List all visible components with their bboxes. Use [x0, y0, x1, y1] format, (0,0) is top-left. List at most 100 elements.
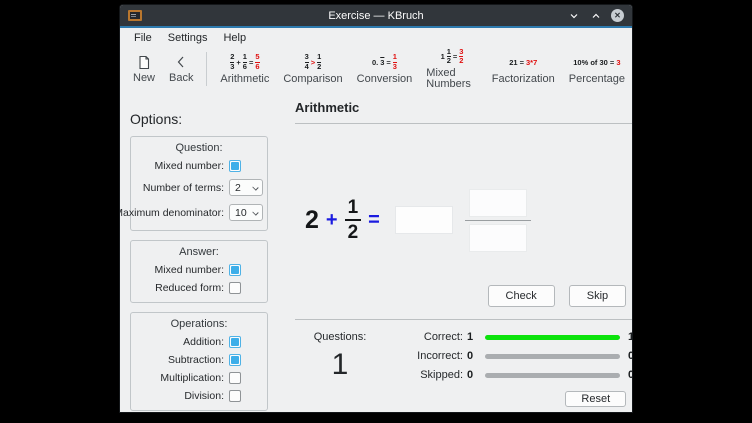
- stat-rows: Correct:1100%Incorrect:00%Skipped:00%: [385, 327, 632, 382]
- stat-progress-track: [485, 373, 620, 378]
- option-label: Subtraction:: [168, 354, 224, 366]
- kbruch-window: Exercise — KBruch ✕ File Settings Help: [120, 5, 632, 412]
- exercise-mode-buttons: 23+16=56Arithmetic34>12Comparison 0.3=13 C…: [213, 46, 632, 92]
- addition-checkbox[interactable]: [229, 336, 241, 348]
- reduced-form-checkbox[interactable]: [229, 282, 241, 294]
- option-row-mixed-number: Mixed number:: [135, 261, 263, 279]
- stat-value: 1: [467, 331, 481, 343]
- answer-buttons-row: Check Skip: [295, 285, 632, 307]
- stat-value: 0: [467, 350, 481, 362]
- answer-numerator-input[interactable]: [469, 189, 527, 217]
- questions-counter: Questions: 1: [295, 327, 385, 382]
- questions-label: Questions:: [295, 331, 385, 343]
- maximize-icon[interactable]: [589, 9, 603, 23]
- option-row-subtraction: Subtraction:: [135, 351, 263, 369]
- factorization-fraction-icon: 21 =3*7: [509, 54, 537, 71]
- mixed-number-checkbox[interactable]: [229, 160, 241, 172]
- skip-button[interactable]: Skip: [569, 285, 626, 307]
- task-fraction-denominator: 2: [345, 219, 362, 244]
- toolbar-mode-mixed-numbers[interactable]: 112=32Mixed Numbers: [419, 46, 484, 92]
- toolbar-mode-arithmetic[interactable]: 23+16=56Arithmetic: [213, 52, 276, 87]
- mixed-number-checkbox[interactable]: [229, 264, 241, 276]
- menu-file[interactable]: File: [126, 30, 160, 46]
- toolbar-mode-label: Conversion: [357, 74, 413, 85]
- arithmetic-fraction-icon: 23+16=56: [230, 54, 259, 71]
- stat-label: Correct:: [385, 331, 463, 343]
- stat-label: Skipped:: [385, 369, 463, 381]
- group-question: Question: Mixed number: Number of terms: 2 M…: [130, 136, 268, 231]
- division-checkbox[interactable]: [229, 390, 241, 402]
- group-answer: Answer:Mixed number:Reduced form:: [130, 240, 268, 303]
- subtraction-checkbox[interactable]: [229, 354, 241, 366]
- stat-progress-track: [485, 354, 620, 359]
- option-label: Mixed number:: [155, 160, 224, 172]
- group-operations: Operations:Addition: Subtraction: Multipli…: [130, 312, 268, 411]
- check-button[interactable]: Check: [488, 285, 555, 307]
- conversion-fraction-icon: 0.3=13: [372, 54, 397, 71]
- exercise-heading: Arithmetic: [295, 100, 632, 115]
- stats-divider: [295, 319, 632, 320]
- stat-value: 0: [467, 369, 481, 381]
- minimize-icon[interactable]: [567, 9, 581, 23]
- menubar: File Settings Help: [120, 28, 632, 47]
- toolbar-separator: [206, 52, 207, 86]
- group-title: Operations:: [135, 316, 263, 333]
- number-of-terms-select[interactable]: 2: [229, 179, 263, 196]
- group-title: Question:: [135, 140, 263, 157]
- toolbar-mode-conversion[interactable]: 0.3=13 Conversion: [350, 52, 420, 87]
- menu-settings[interactable]: Settings: [160, 30, 216, 46]
- maximum-denominator-select[interactable]: 10: [229, 204, 263, 221]
- option-row-multiplication: Multiplication:: [135, 369, 263, 387]
- multiplication-checkbox[interactable]: [229, 372, 241, 384]
- reset-row: Reset: [295, 391, 632, 407]
- mixed-numbers-fraction-icon: 112=32: [441, 48, 464, 65]
- chevron-down-icon: [252, 184, 258, 190]
- menu-help[interactable]: Help: [215, 30, 254, 46]
- answer-fraction-group: [465, 189, 531, 252]
- stats-area: Questions: 1 Correct:1100%Incorrect:00%S…: [295, 327, 632, 382]
- option-label: Reduced form:: [155, 282, 224, 294]
- heading-divider: [295, 123, 632, 124]
- select-value: 10: [235, 207, 247, 219]
- stat-progress-fill: [485, 335, 620, 340]
- stat-row-correct: Correct:1100%: [385, 331, 632, 343]
- option-label: Mixed number:: [155, 264, 224, 276]
- toolbar-mode-label: Comparison: [283, 74, 342, 85]
- toolbar-mode-factorization[interactable]: 21 =3*7 Factorization: [485, 52, 562, 87]
- toolbar-mode-percentage[interactable]: 10% of 30 =3Percentage: [562, 52, 632, 87]
- back-button[interactable]: Back: [162, 52, 200, 86]
- option-label: Multiplication:: [160, 372, 224, 384]
- stat-row-skipped: Skipped:00%: [385, 369, 632, 381]
- option-row-division: Division:: [135, 387, 263, 405]
- answer-integer-input[interactable]: [395, 206, 453, 234]
- option-row-reduced-form: Reduced form:: [135, 279, 263, 297]
- option-row-addition: Addition:: [135, 333, 263, 351]
- reset-button[interactable]: Reset: [565, 391, 626, 407]
- option-row-number-of-terms: Number of terms: 2: [135, 175, 263, 200]
- window-controls: ✕: [567, 9, 632, 23]
- titlebar[interactable]: Exercise — KBruch ✕: [120, 5, 632, 26]
- chevron-down-icon: [252, 209, 258, 215]
- window-title: Exercise — KBruch: [120, 10, 632, 22]
- new-button[interactable]: New: [126, 52, 162, 86]
- options-panel: Options: Question: Mixed number: Number of…: [120, 91, 280, 412]
- stat-label: Incorrect:: [385, 350, 463, 362]
- exercise-panel: Arithmetic 2 + 1 2 =: [280, 91, 632, 412]
- task-fraction: 1 2: [345, 197, 362, 244]
- option-row-maximum-denominator: Maximum denominator:10: [135, 200, 263, 225]
- exercise-task: 2 + 1 2 =: [305, 186, 632, 254]
- task-operator: +: [326, 209, 338, 232]
- option-row-mixed-number: Mixed number:: [135, 157, 263, 175]
- option-label: Number of terms:: [143, 182, 224, 194]
- toolbar-mode-comparison[interactable]: 34>12Comparison: [276, 52, 349, 87]
- close-icon[interactable]: ✕: [611, 9, 624, 22]
- answer-denominator-input[interactable]: [469, 224, 527, 252]
- task-equals: =: [368, 209, 380, 232]
- desktop-background: Exercise — KBruch ✕ File Settings Help: [0, 0, 752, 423]
- options-heading: Options:: [130, 111, 280, 127]
- select-value: 2: [235, 182, 241, 194]
- toolbar-mode-label: Factorization: [492, 74, 555, 85]
- kbruch-app-icon: [128, 10, 142, 21]
- option-label: Maximum denominator:: [120, 207, 224, 219]
- new-document-icon: [137, 54, 151, 70]
